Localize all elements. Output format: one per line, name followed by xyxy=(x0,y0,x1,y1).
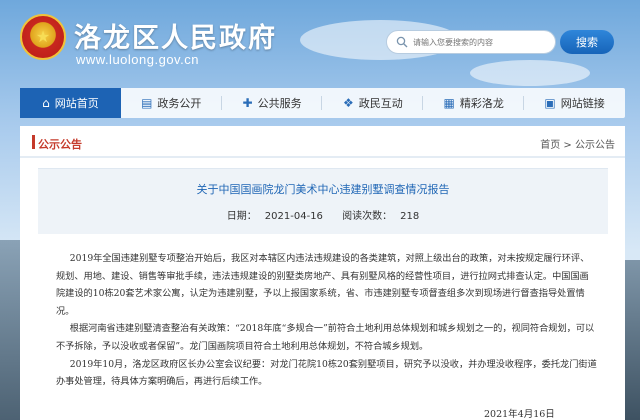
service-icon: ✚ xyxy=(242,96,253,110)
section-title: 公示公告 xyxy=(38,138,82,151)
nav-item-label: 政务公开 xyxy=(157,97,202,110)
nav-item-links[interactable]: ▣ 网站链接 xyxy=(524,88,625,118)
nav-item-label: 公共服务 xyxy=(257,97,302,110)
views-label: 阅读次数： xyxy=(342,211,393,222)
emblem-star: ★ xyxy=(35,27,51,46)
nav-item-label: 政民互动 xyxy=(358,97,403,110)
article-meta: 日期： 2021-04-16 阅读次数： 218 xyxy=(38,207,608,222)
date-label: 日期： xyxy=(226,211,257,222)
section-marker xyxy=(32,135,35,149)
section-header: 公示公告 首页 > 公示公告 xyxy=(20,126,625,158)
article-views: 218 xyxy=(400,211,420,222)
breadcrumb-home[interactable]: 首页 > xyxy=(540,140,575,151)
nav-item-government-affairs[interactable]: ▤ 政务公开 xyxy=(121,88,222,118)
article-title: 关于中国国画院龙门美术中心违建别墅调查情况报告 xyxy=(196,183,450,196)
article-date: 2021-04-16 xyxy=(264,211,323,222)
nav-item-label: 精彩洛龙 xyxy=(459,97,504,110)
article-paragraph: 2019年10月，洛龙区政府区长办公室会议纪要：对龙门花院10栋20套别墅项目，… xyxy=(56,358,597,388)
interaction-icon: ❖ xyxy=(343,96,354,110)
nav-item-public-service[interactable]: ✚ 公共服务 xyxy=(222,88,323,118)
main-nav: ⌂ 网站首页 ▤ 政务公开 ✚ 公共服务 ❖ 政民互动 ▦ 精彩洛龙 ▣ 网站链… xyxy=(20,88,625,118)
search-box xyxy=(386,30,556,54)
nav-item-label: 网站首页 xyxy=(54,97,99,110)
search-input[interactable] xyxy=(413,34,551,50)
site-title[interactable]: 洛龙区人民政府 xyxy=(74,16,277,55)
document-icon: ▤ xyxy=(141,96,153,110)
nav-item-home[interactable]: ⌂ 网站首页 xyxy=(20,88,121,118)
nav-item-label: 网站链接 xyxy=(560,97,605,110)
nav-item-interaction[interactable]: ❖ 政民互动 xyxy=(322,88,424,118)
article-body: 2019年全国违建别墅专项整治开始后，我区对本辖区内违法违规建设的各类建筑，对照… xyxy=(56,250,598,391)
search-button[interactable]: 搜索 xyxy=(560,30,614,54)
home-icon: ⌂ xyxy=(42,96,50,110)
search-icon xyxy=(396,36,408,48)
article-paragraph: 2019年全国违建别墅专项整治开始后，我区对本辖区内违法违规建设的各类建筑，对照… xyxy=(56,253,590,317)
site-header: ★ 洛龙区人民政府 www.luolong.gov.cn 搜索 xyxy=(0,0,640,82)
site-url: www.luolong.gov.cn xyxy=(76,52,199,67)
breadcrumb: 首页 > 公示公告 xyxy=(540,136,615,151)
content-panel: 公示公告 首页 > 公示公告 关于中国国画院龙门美术中心违建别墅调查情况报告 日… xyxy=(20,126,625,420)
national-emblem-icon: ★ xyxy=(20,14,66,60)
nav-item-gallery[interactable]: ▦ 精彩洛龙 xyxy=(423,88,525,118)
link-icon: ▣ xyxy=(544,96,556,110)
breadcrumb-current[interactable]: 公示公告 xyxy=(575,140,615,151)
article-paragraph: 根据河南省违建别墅清查整治有关政策：“2018年底“多规合一”前符合土地利用总体… xyxy=(56,323,595,352)
gallery-icon: ▦ xyxy=(443,96,455,110)
signature-date: 2021年4月16日 xyxy=(484,409,555,420)
article-header: 关于中国国画院龙门美术中心违建别墅调查情况报告 日期： 2021-04-16 阅读… xyxy=(38,168,608,234)
